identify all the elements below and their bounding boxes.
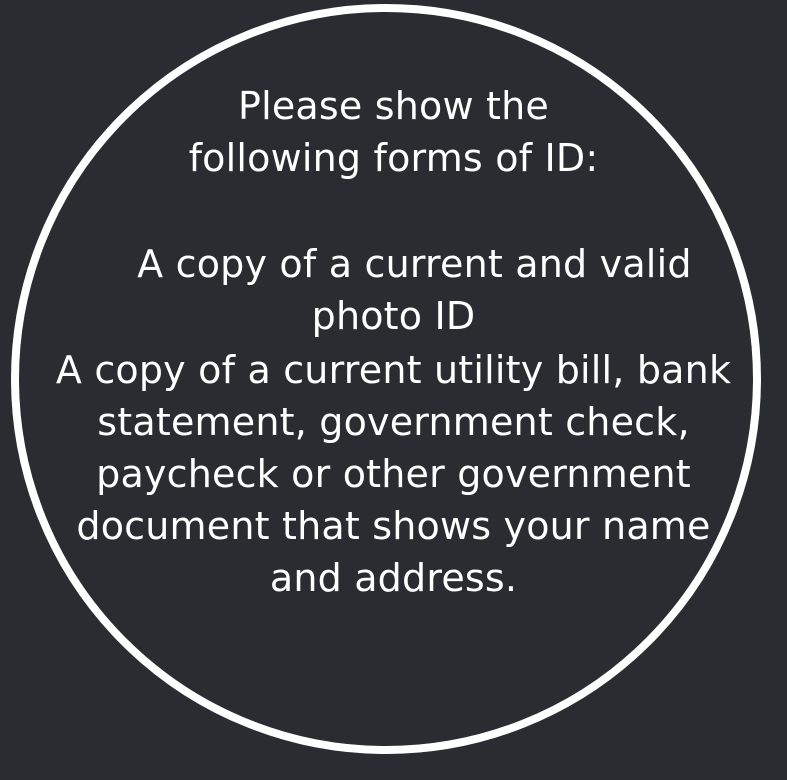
requirement-photo-id-line-2: photo ID <box>311 294 476 338</box>
requirement-address-line-1: A copy of a current utility bill, bank <box>55 348 732 392</box>
requirement-photo-id-line-1-text: A copy of a current and valid <box>137 242 692 286</box>
heading-text: Please show the following forms of ID: <box>0 80 787 184</box>
requirement-proof-of-address: A copy of a current utility bill, bank s… <box>0 344 787 604</box>
requirement-address-line-5: and address. <box>269 556 518 600</box>
requirement-address-line-3: paycheck or other government <box>96 452 691 496</box>
requirement-photo-id-line-1: A copy of a current and valid <box>0 238 787 290</box>
requirement-address-line-2: statement, government check, <box>97 400 690 444</box>
notice-card: Please show the following forms of ID: A… <box>0 0 787 780</box>
requirement-photo-id: A copy of a current and valid photo ID <box>0 238 787 342</box>
heading-line-2: following forms of ID: <box>188 136 599 180</box>
heading-line-1: Please show the <box>237 84 550 128</box>
requirement-address-line-4: document that shows your name <box>76 504 711 548</box>
